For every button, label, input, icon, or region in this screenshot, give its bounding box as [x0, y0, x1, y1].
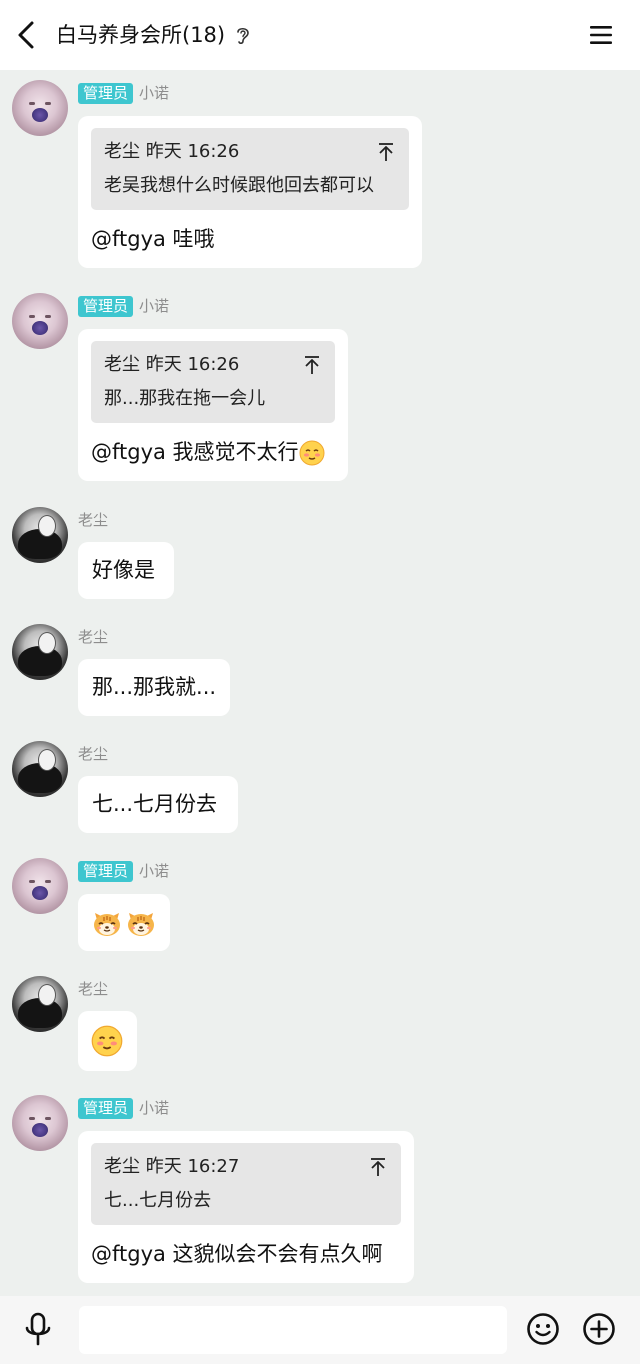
admin-badge: 管理员	[78, 1097, 134, 1119]
sender-row: 老尘	[78, 509, 108, 531]
sender-name: 小诺	[139, 1099, 170, 1117]
sender-name: 小诺	[139, 862, 170, 880]
jump-to-message-icon[interactable]	[369, 1157, 387, 1177]
message-bubble[interactable]: 老尘 昨天 16:27 七...七月份去 @ftgya 这貌似会不会有点久啊	[78, 1131, 414, 1283]
quoted-message[interactable]: 老尘 昨天 16:26 那...那我在拖一会儿	[91, 341, 335, 423]
message-bubble[interactable]: 七...七月份去	[78, 776, 238, 833]
chat-header: 白马养身会所(18)	[0, 0, 640, 70]
avatar[interactable]	[12, 858, 68, 914]
avatar[interactable]	[12, 624, 68, 680]
avatar[interactable]	[12, 80, 68, 136]
message-item: 管理员 小诺 老尘 昨天 16:26 那...那我在拖一会儿 @ftgya 我感…	[0, 293, 640, 483]
quoted-text: 那...那我在拖一会儿	[104, 388, 266, 409]
admin-badge: 管理员	[78, 295, 134, 317]
message-input[interactable]	[79, 1306, 507, 1354]
avatar[interactable]	[12, 741, 68, 797]
message-text: @ftgya 哇哦	[91, 227, 215, 251]
admin-badge: 管理员	[78, 82, 134, 104]
sender-name: 老尘	[78, 511, 109, 529]
microphone-icon[interactable]	[22, 1311, 54, 1347]
sender-name: 老尘	[78, 745, 109, 763]
quoted-text: 七...七月份去	[104, 1190, 212, 1211]
blush-face-emoji	[299, 440, 325, 466]
plus-circle-icon[interactable]	[582, 1312, 616, 1346]
message-text-row: @ftgya 我感觉不太行	[91, 437, 325, 467]
message-bubble[interactable]	[78, 1011, 137, 1071]
message-item: 管理员 小诺 老尘 昨天 16:27 七...七月份去 @ftgya 这貌似会不…	[0, 1095, 640, 1285]
jump-to-message-icon[interactable]	[303, 355, 321, 375]
quoted-header: 老尘 昨天 16:27	[104, 1156, 240, 1177]
quoted-message[interactable]: 老尘 昨天 16:26 老吴我想什么时候跟他回去都可以	[91, 128, 409, 210]
sender-name: 老尘	[78, 628, 109, 646]
tiger-face-emoji	[94, 913, 120, 936]
smiley-icon[interactable]	[526, 1312, 560, 1346]
ear-icon	[237, 27, 249, 45]
tiger-face-emoji	[128, 913, 154, 936]
message-item: 老尘 七...七月份去	[0, 741, 640, 835]
message-text: @ftgya 我感觉不太行	[91, 440, 299, 464]
avatar[interactable]	[12, 976, 68, 1032]
avatar[interactable]	[12, 293, 68, 349]
message-bubble[interactable]	[78, 894, 170, 951]
message-text: @ftgya 这貌似会不会有点久啊	[91, 1242, 383, 1266]
chevron-left-icon[interactable]	[14, 20, 40, 50]
message-text: 那...那我就...	[92, 675, 217, 699]
sender-row: 管理员 小诺	[78, 1097, 169, 1119]
chat-title: 白马养身会所(18)	[56, 23, 226, 47]
sender-name: 小诺	[139, 84, 170, 102]
sender-name: 小诺	[139, 297, 170, 315]
message-item: 管理员 小诺 老尘 昨天 16:26 老吴我想什么时候跟他回去都可以 @ftgy…	[0, 80, 640, 270]
message-item: 管理员 小诺	[0, 858, 640, 954]
sender-row: 管理员 小诺	[78, 860, 169, 882]
sender-row: 管理员 小诺	[78, 82, 169, 104]
quoted-text: 老吴我想什么时候跟他回去都可以	[104, 175, 374, 196]
message-bubble[interactable]: 好像是	[78, 542, 174, 599]
quoted-header: 老尘 昨天 16:26	[104, 141, 240, 162]
message-text: 七...七月份去	[92, 792, 218, 816]
admin-badge: 管理员	[78, 860, 134, 882]
message-bubble[interactable]: 老尘 昨天 16:26 老吴我想什么时候跟他回去都可以 @ftgya 哇哦	[78, 116, 422, 268]
message-item: 老尘 好像是	[0, 507, 640, 601]
hamburger-menu-icon[interactable]	[588, 22, 614, 48]
message-item: 老尘	[0, 976, 640, 1074]
message-bubble[interactable]: 那...那我就...	[78, 659, 230, 716]
jump-to-message-icon[interactable]	[377, 142, 395, 162]
avatar[interactable]	[12, 1095, 68, 1151]
message-bubble[interactable]: 老尘 昨天 16:26 那...那我在拖一会儿 @ftgya 我感觉不太行	[78, 329, 348, 481]
sender-name: 老尘	[78, 980, 109, 998]
quoted-message[interactable]: 老尘 昨天 16:27 七...七月份去	[91, 1143, 401, 1225]
message-item: 老尘 那...那我就...	[0, 624, 640, 718]
avatar[interactable]	[12, 507, 68, 563]
sender-row: 老尘	[78, 978, 108, 1000]
sender-row: 老尘	[78, 743, 108, 765]
blush-face-emoji	[91, 1025, 123, 1057]
sender-row: 管理员 小诺	[78, 295, 169, 317]
sender-row: 老尘	[78, 626, 108, 648]
input-bar	[0, 1296, 640, 1364]
message-text: 好像是	[92, 558, 155, 582]
quoted-header: 老尘 昨天 16:26	[104, 354, 240, 375]
